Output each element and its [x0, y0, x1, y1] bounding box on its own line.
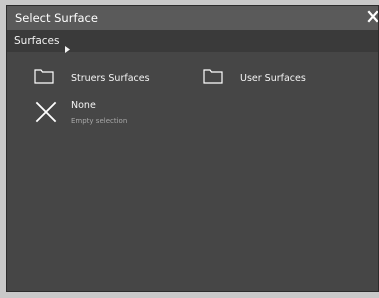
- folder-icon: [203, 68, 223, 88]
- select-surface-dialog: Select Surface Surfaces Struers Surfaces: [6, 5, 379, 292]
- cross-icon: [34, 100, 58, 128]
- breadcrumb: Surfaces: [7, 30, 378, 53]
- breadcrumb-surfaces[interactable]: Surfaces: [14, 35, 59, 47]
- caret-right-icon: [65, 38, 70, 53]
- folder-name: Struers Surfaces: [71, 73, 150, 84]
- folder-item-struers-surfaces[interactable]: Struers Surfaces: [34, 68, 184, 98]
- item-none[interactable]: None Empty selection: [34, 100, 184, 130]
- folder-name: User Surfaces: [240, 73, 306, 84]
- close-icon[interactable]: [366, 9, 378, 25]
- title-bar: Select Surface: [7, 6, 378, 30]
- folder-icon: [34, 68, 54, 88]
- item-subtitle: Empty selection: [71, 117, 128, 125]
- dialog-title: Select Surface: [15, 11, 98, 25]
- item-name: None: [71, 100, 96, 111]
- folder-item-user-surfaces[interactable]: User Surfaces: [203, 68, 353, 98]
